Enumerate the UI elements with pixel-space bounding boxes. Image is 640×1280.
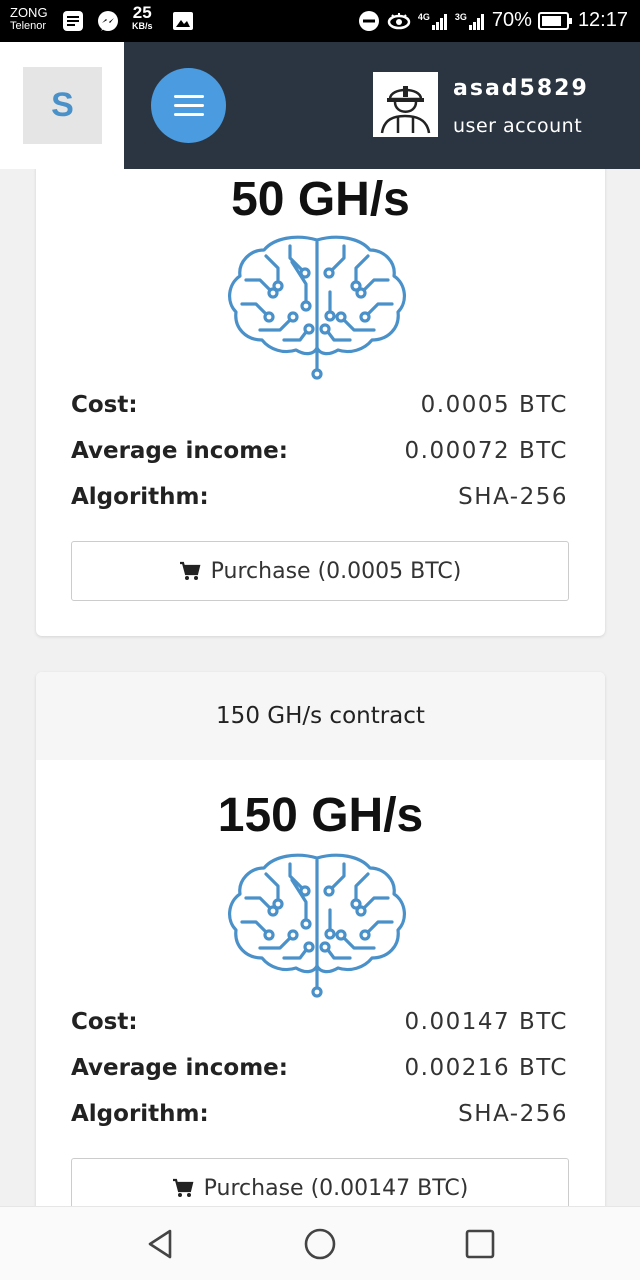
username: asad5829 [453,76,589,101]
signal-2: 3G [455,12,486,30]
cost-row: Cost: 0.00147 BTC [71,1009,568,1043]
battery-percent: 70% [491,9,532,31]
cost-label: Cost: [71,392,138,418]
network-speed-unit: KB/s [132,21,153,31]
worker-avatar-icon [376,75,435,134]
signal-2-label: 3G [454,11,467,22]
image-icon [173,12,193,30]
app-header: S asad5829 user account [0,42,640,169]
algorithm-row: Algorithm: SHA-256 [71,1101,568,1135]
system-nav-bar [0,1206,640,1280]
status-bar: ZONG Telenor 25 KB/s 4G 3G 70% 12:17 [0,0,640,42]
back-icon[interactable] [142,1226,178,1262]
income-value: 0.00072 BTC [404,438,568,464]
cart-icon [172,1178,194,1197]
carrier-secondary: Telenor [10,20,47,33]
signal-1-label: 4G [417,11,430,22]
hamburger-menu-icon [173,95,204,98]
account-type: user account [453,115,583,137]
income-value: 0.00216 BTC [404,1055,568,1081]
avatar[interactable] [373,72,438,137]
hashrate-title: 150 GH/s [217,789,424,842]
purchase-label: Purchase (0.00147 BTC) [203,1175,469,1201]
income-row: Average income: 0.00216 BTC [71,1055,568,1089]
contract-title: 150 GH/s contract [36,672,605,760]
algorithm-value: SHA-256 [458,484,568,510]
notes-icon [63,11,83,31]
menu-button[interactable] [151,68,226,143]
contract-card-50: 50 GH/s Cost: 0.0005 BTC Average income: [36,130,605,636]
cost-value: 0.0005 BTC [420,392,568,418]
cost-row: Cost: 0.0005 BTC [71,392,568,426]
signal-bars-icon [431,13,447,30]
signal-bars-icon [468,13,484,30]
clock: 12:17 [577,9,628,31]
eye-comfort-icon [387,12,411,29]
battery-icon [537,11,572,30]
home-icon[interactable] [302,1226,338,1262]
income-label: Average income: [71,1055,288,1081]
recents-icon[interactable] [462,1226,498,1262]
algorithm-label: Algorithm: [71,1101,209,1127]
carrier-info: ZONG Telenor [10,5,48,33]
brand-logo[interactable]: S [23,67,102,144]
carrier-primary: ZONG [10,5,48,20]
network-speed: 25 KB/s [132,4,153,31]
cart-icon [179,561,201,580]
signal-1: 4G [418,12,449,30]
cost-value: 0.00147 BTC [404,1009,568,1035]
income-label: Average income: [71,438,288,464]
status-right: 4G 3G 70% 12:17 [358,9,628,32]
cost-label: Cost: [71,1009,138,1035]
network-speed-value: 25 [132,3,152,22]
messenger-icon [98,11,118,31]
algorithm-row: Algorithm: SHA-256 [71,484,568,518]
income-row: Average income: 0.00072 BTC [71,438,568,472]
purchase-button[interactable]: Purchase (0.0005 BTC) [71,541,569,601]
algorithm-value: SHA-256 [458,1101,568,1127]
hashrate-title: 50 GH/s [231,173,410,226]
top-nav: asad5829 user account [124,42,640,169]
brain-circuit-icon [228,235,406,380]
algorithm-label: Algorithm: [71,484,209,510]
contract-card-150: 150 GH/s contract 150 GH/s Cost: 0.00147… [36,672,605,1232]
brain-circuit-icon [228,853,406,998]
brand-area: S [0,42,124,169]
purchase-label: Purchase (0.0005 BTC) [210,558,462,584]
do-not-disturb-icon [358,10,379,31]
